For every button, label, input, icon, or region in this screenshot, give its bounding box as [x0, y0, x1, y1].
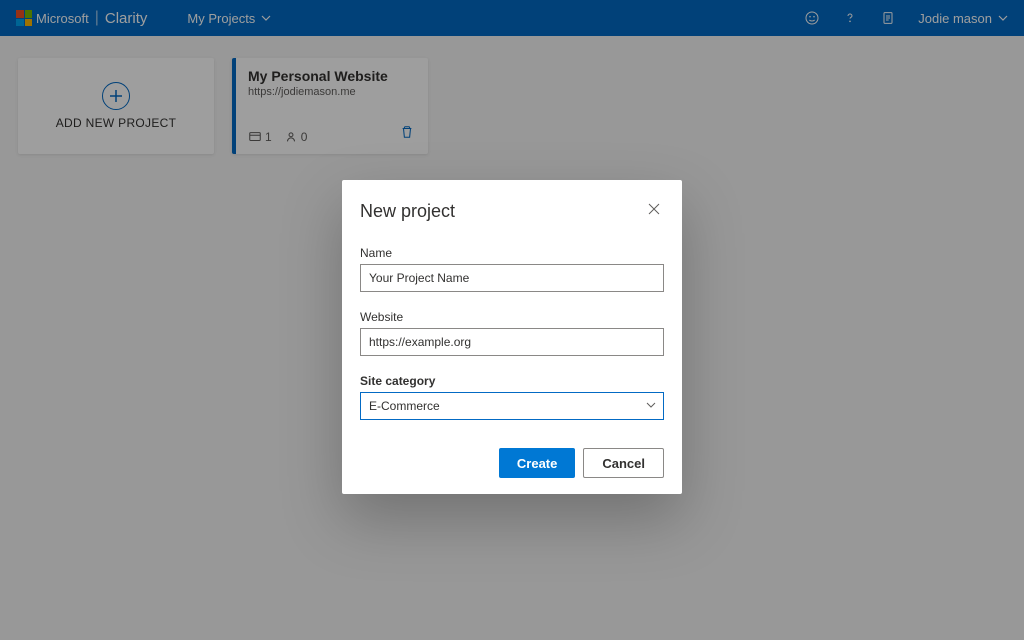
website-label: Website [360, 310, 664, 324]
cancel-button[interactable]: Cancel [583, 448, 664, 478]
name-label: Name [360, 246, 664, 260]
create-button[interactable]: Create [499, 448, 575, 478]
name-input[interactable] [360, 264, 664, 292]
category-label: Site category [360, 374, 664, 388]
close-button[interactable] [644, 198, 664, 224]
new-project-modal: New project Name Website Site category C… [342, 180, 682, 494]
website-input[interactable] [360, 328, 664, 356]
close-icon [648, 203, 660, 215]
modal-title: New project [360, 201, 455, 222]
category-select[interactable] [360, 392, 664, 420]
modal-overlay: New project Name Website Site category C… [0, 0, 1024, 640]
